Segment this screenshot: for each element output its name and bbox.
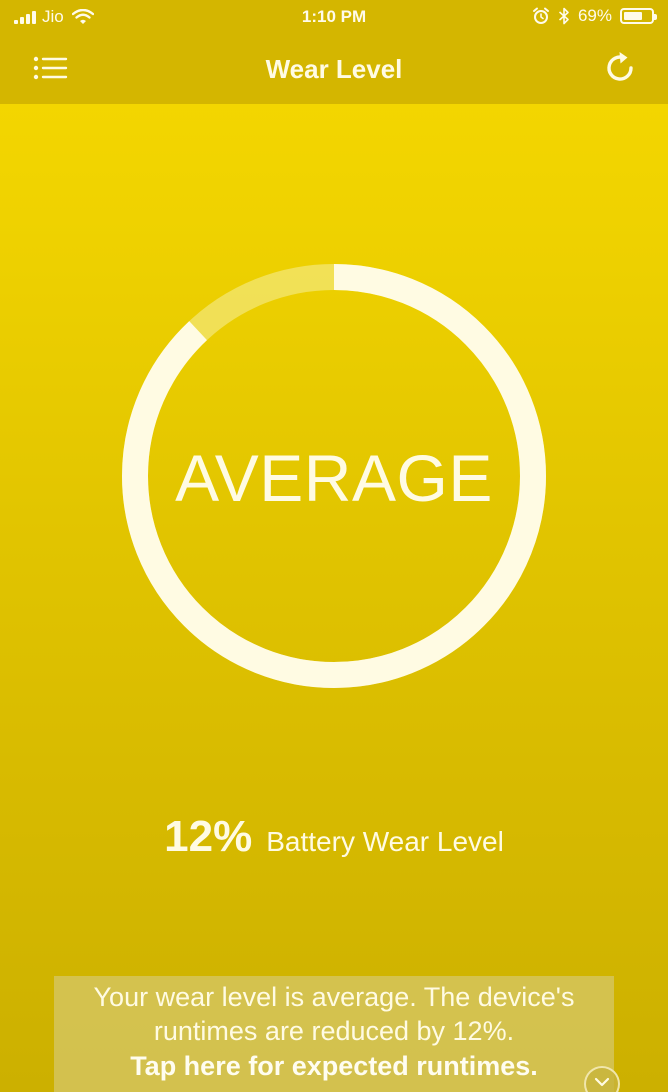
expected-runtimes-link[interactable]: Tap here for expected runtimes. (54, 1048, 614, 1084)
navigation-bar: Wear Level (0, 34, 668, 104)
expand-button[interactable] (584, 1066, 620, 1092)
wear-rating-label: AVERAGE (175, 441, 493, 515)
wear-level-screen: Jio 1:10 PM 69% Wear Level AVERAGE 12% B… (0, 0, 668, 1092)
wear-summary: 12% Battery Wear Level (0, 812, 668, 862)
bluetooth-icon (558, 7, 569, 25)
info-line-1: Your wear level is average. The device's (93, 982, 575, 1012)
battery-fill (624, 12, 642, 20)
alarm-icon (532, 7, 549, 24)
battery-percent: 69% (577, 6, 612, 25)
wear-percentage: 12% (164, 812, 253, 861)
expected-runtimes-panel[interactable]: Your wear level is average. The device's… (54, 976, 614, 1092)
page-title: Wear Level (265, 54, 403, 84)
chevron-down-icon (594, 1077, 610, 1087)
wear-caption: Battery Wear Level (266, 826, 504, 857)
refresh-button[interactable] (600, 48, 640, 88)
header-bar: Jio 1:10 PM 69% Wear Level (0, 0, 668, 104)
status-right: 69% (532, 6, 657, 26)
battery-icon (620, 8, 657, 24)
info-line-2: runtimes are reduced by 12%. (153, 1016, 515, 1046)
refresh-icon (607, 52, 633, 81)
status-bar: Jio 1:10 PM 69% (0, 0, 668, 34)
